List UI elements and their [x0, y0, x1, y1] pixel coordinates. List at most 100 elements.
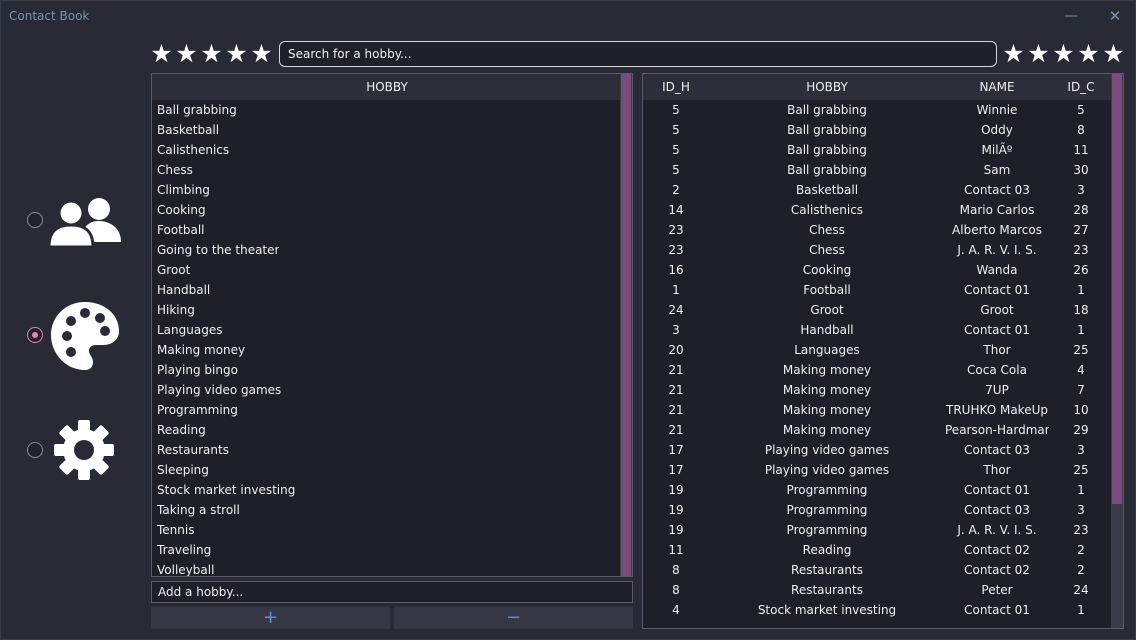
add-hobby-button[interactable]: + [151, 607, 390, 629]
star-icon[interactable]: ★ [199, 41, 224, 67]
contact-hobby-table[interactable]: ID_H HOBBY NAME ID_C 5 Ball grabbing Winni… [642, 73, 1124, 629]
hobby-cell: Ball grabbing [157, 103, 237, 117]
add-hobby-input[interactable] [151, 581, 633, 603]
table-row[interactable]: Handball [152, 280, 622, 300]
table-row[interactable]: 8 Restaurants Peter 24 [643, 580, 1113, 600]
table-row[interactable]: 5 Ball grabbing Sam 30 [643, 160, 1113, 180]
star-icon[interactable]: ★ [224, 41, 249, 67]
id-c-cell: 30 [1073, 163, 1089, 177]
table-row[interactable]: 5 Ball grabbing MilÃº 11 [643, 140, 1113, 160]
table-row[interactable]: 19 Programming Contact 03 3 [643, 500, 1113, 520]
table-row[interactable]: Groot [152, 260, 622, 280]
hobby-cell: Groot [810, 303, 844, 317]
rating-stars-left[interactable]: ★ ★ ★ ★ ★ [149, 41, 274, 67]
table-row[interactable]: Volleyball [152, 560, 622, 577]
table-row[interactable]: 21 Making money Pearson-Hardman 29 [643, 420, 1113, 440]
table-row[interactable]: Climbing [152, 180, 622, 200]
nav-item-contacts[interactable] [27, 181, 137, 261]
id-c-cell: 3 [1077, 503, 1085, 517]
column-header-hobby[interactable]: HOBBY [152, 74, 622, 100]
star-icon[interactable]: ★ [1026, 41, 1051, 67]
star-icon[interactable]: ★ [1001, 41, 1026, 67]
table-row[interactable]: Basketball [152, 120, 622, 140]
name-cell: Alberto Marcos [952, 223, 1042, 237]
id-c-cell: 7 [1077, 383, 1085, 397]
table-row[interactable]: 20 Languages Thor 25 [643, 340, 1113, 360]
table-row[interactable]: 23 Chess Alberto Marcos 27 [643, 220, 1113, 240]
table-row[interactable]: 17 Playing video games Contact 03 3 [643, 440, 1113, 460]
search-input[interactable] [279, 41, 997, 67]
table-row[interactable]: Cooking [152, 200, 622, 220]
table-row[interactable]: 21 Making money 7UP 7 [643, 380, 1113, 400]
table-row[interactable]: Playing video games [152, 380, 622, 400]
star-icon[interactable]: ★ [1101, 41, 1126, 67]
hobby-cell: Restaurants [791, 583, 863, 597]
minimize-button[interactable]: — [1059, 5, 1083, 27]
nav-item-hobbies[interactable] [27, 296, 137, 376]
hobby-table[interactable]: HOBBY Ball grabbing Basketball Calisthenic… [151, 73, 633, 577]
table-row[interactable]: Languages [152, 320, 622, 340]
hobby-scrollbar[interactable] [620, 74, 632, 576]
column-header-name[interactable]: NAME [945, 74, 1049, 100]
table-row[interactable]: 1 Football Contact 01 1 [643, 280, 1113, 300]
table-row[interactable]: Stock market investing [152, 480, 622, 500]
relation-scrollbar[interactable] [1111, 74, 1123, 628]
star-icon[interactable]: ★ [1051, 41, 1076, 67]
hobby-cell: Ball grabbing [787, 163, 867, 177]
table-row[interactable]: Making money [152, 340, 622, 360]
rating-stars-right[interactable]: ★ ★ ★ ★ ★ [1001, 41, 1126, 67]
table-row[interactable]: Football [152, 220, 622, 240]
table-row[interactable]: 23 Chess J. A. R. V. I. S. 23 [643, 240, 1113, 260]
column-header-id-c[interactable]: ID_C [1049, 74, 1113, 100]
relation-scrollbar-thumb[interactable] [1112, 74, 1122, 504]
table-row[interactable]: Chess [152, 160, 622, 180]
table-row[interactable]: 24 Groot Groot 18 [643, 300, 1113, 320]
table-row[interactable]: Restaurants [152, 440, 622, 460]
table-row[interactable]: Sleeping [152, 460, 622, 480]
nav-radio-settings[interactable] [27, 442, 43, 458]
column-header-hobby[interactable]: HOBBY [709, 74, 945, 100]
hobby-cell: Ball grabbing [787, 143, 867, 157]
table-row[interactable]: 14 Calisthenics Mario Carlos 28 [643, 200, 1113, 220]
table-row[interactable]: 3 Handball Contact 01 1 [643, 320, 1113, 340]
table-row[interactable]: 19 Programming Contact 01 1 [643, 480, 1113, 500]
table-row[interactable]: 11 Reading Contact 02 2 [643, 540, 1113, 560]
hobby-cell: Handball [800, 323, 854, 337]
hobby-cell: Volleyball [157, 563, 215, 577]
table-row[interactable]: Going to the theater [152, 240, 622, 260]
title-bar: Contact Book — ✕ [1, 1, 1136, 33]
star-icon[interactable]: ★ [174, 41, 199, 67]
table-row[interactable]: Programming [152, 400, 622, 420]
star-icon[interactable]: ★ [149, 41, 174, 67]
close-button[interactable]: ✕ [1103, 5, 1127, 27]
table-row[interactable]: Taking a stroll [152, 500, 622, 520]
hobby-cell: Traveling [157, 543, 212, 557]
hobby-cell: Programming [786, 523, 868, 537]
nav-radio-hobbies[interactable] [27, 327, 43, 343]
table-row[interactable]: 21 Making money TRUHKO MakeUp 10 [643, 400, 1113, 420]
table-row[interactable]: 19 Programming J. A. R. V. I. S. 23 [643, 520, 1113, 540]
star-icon[interactable]: ★ [1076, 41, 1101, 67]
table-row[interactable]: 8 Restaurants Contact 02 2 [643, 560, 1113, 580]
table-row[interactable]: Traveling [152, 540, 622, 560]
table-row[interactable]: Hiking [152, 300, 622, 320]
table-row[interactable]: 5 Ball grabbing Winnie 5 [643, 100, 1113, 120]
table-row[interactable]: 5 Ball grabbing Oddy 8 [643, 120, 1113, 140]
star-icon[interactable]: ★ [249, 41, 274, 67]
remove-hobby-button[interactable]: − [394, 607, 633, 629]
table-row[interactable]: 2 Basketball Contact 03 3 [643, 180, 1113, 200]
table-row[interactable]: 17 Playing video games Thor 25 [643, 460, 1113, 480]
table-row[interactable]: Calisthenics [152, 140, 622, 160]
table-row[interactable]: Ball grabbing [152, 100, 622, 120]
table-row[interactable]: 4 Stock market investing Contact 01 1 [643, 600, 1113, 620]
table-row[interactable]: 16 Cooking Wanda 26 [643, 260, 1113, 280]
table-row[interactable]: Reading [152, 420, 622, 440]
table-row[interactable]: 21 Making money Coca Cola 4 [643, 360, 1113, 380]
nav-radio-contacts[interactable] [27, 212, 43, 228]
table-row[interactable]: Playing bingo [152, 360, 622, 380]
table-row[interactable]: Tennis [152, 520, 622, 540]
hobby-scrollbar-thumb[interactable] [621, 74, 631, 576]
nav-item-settings[interactable] [27, 411, 137, 491]
column-header-id-h[interactable]: ID_H [643, 74, 709, 100]
id-h-cell: 21 [668, 403, 684, 417]
